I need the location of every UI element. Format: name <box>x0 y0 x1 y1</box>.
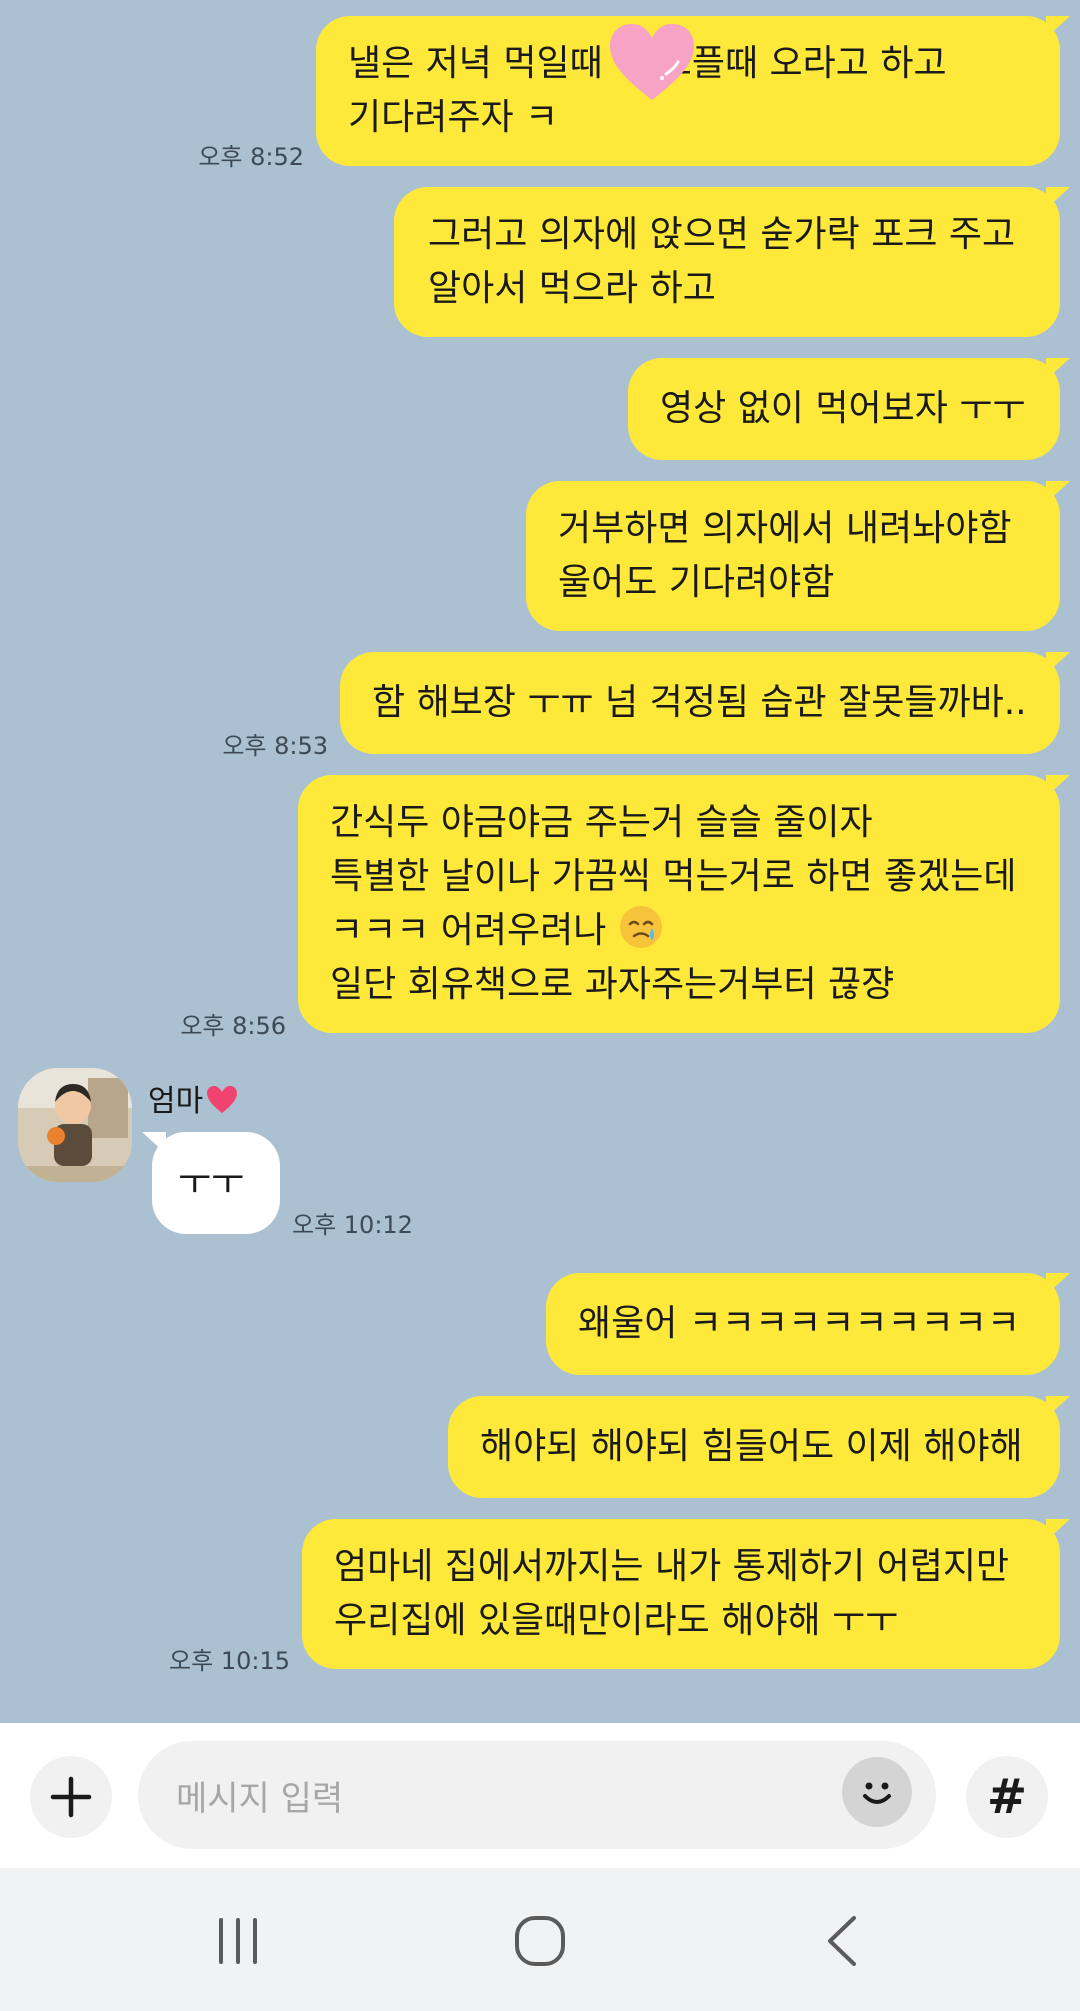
message-line: 특별한 날이나 가끔씩 먹는거로 하면 좋겠는데 <box>330 856 1017 897</box>
message-input-bar: 메시지 입력 # <box>0 1723 1080 1868</box>
hash-label: # <box>986 1769 1028 1825</box>
home-icon <box>515 1916 565 1966</box>
face-holding-back-tears-icon <box>619 906 662 948</box>
chat-area[interactable]: 낼은 저녁 먹일때 배고플때 오라고 하고 기다려주자 ㅋ 오후 8:52 그러… <box>0 0 1080 1723</box>
incoming-message[interactable]: ㅜㅜ <box>142 1132 280 1234</box>
message-line: ㅋㅋㅋ 어려우려나 <box>330 904 1030 958</box>
sender-name: 엄마 <box>148 1076 239 1120</box>
timestamp: 오후 10:15 <box>169 1647 290 1675</box>
avatar[interactable] <box>18 1068 132 1182</box>
timestamp: 오후 8:53 <box>222 732 328 760</box>
heart-icon <box>207 1086 238 1113</box>
outgoing-message[interactable]: 해야되 해야되 힘들어도 이제 해야해 <box>448 1396 1070 1498</box>
emoticon-button[interactable] <box>842 1757 912 1827</box>
profile-photo <box>18 1068 132 1182</box>
heart-sticker-icon <box>610 24 694 100</box>
home-button[interactable] <box>500 1906 580 1976</box>
outgoing-message[interactable]: 그러고 의자에 앉으면 숟가락 포크 주고 알아서 먹으라 하고 <box>394 187 1070 337</box>
outgoing-message[interactable]: 왜울어 ㅋㅋㅋㅋㅋㅋㅋㅋㅋㅋ <box>546 1273 1070 1375</box>
timestamp: 오후 8:56 <box>180 1012 286 1040</box>
back-icon <box>828 1916 856 1966</box>
plus-icon <box>50 1776 92 1818</box>
message-line: 간식두 야금야금 주는거 슬슬 줄이자 <box>330 802 873 843</box>
timestamp: 오후 8:52 <box>198 143 304 171</box>
outgoing-message[interactable]: 거부하면 의자에서 내려놔야함 울어도 기다려야함 <box>526 481 1070 631</box>
back-button[interactable] <box>802 1906 882 1976</box>
input-placeholder: 메시지 입력 <box>176 1778 344 1819</box>
outgoing-message[interactable]: 함 해보장 ㅜㅠ 넘 걱정됨 습관 잘못들까바.. <box>340 652 1070 754</box>
timestamp: 오후 10:12 <box>292 1211 413 1239</box>
outgoing-message[interactable]: 영상 없이 먹어보자 ㅜㅜ <box>628 358 1070 460</box>
system-nav-bar <box>0 1868 1080 2011</box>
outgoing-message[interactable]: 간식두 야금야금 주는거 슬슬 줄이자 특별한 날이나 가끔씩 먹는거로 하면 … <box>298 775 1070 1033</box>
message-line-text: ㅋㅋㅋ 어려우려나 <box>330 910 607 951</box>
hashtag-button[interactable]: # <box>966 1756 1048 1838</box>
outgoing-message[interactable]: 엄마네 집에서까지는 내가 통제하기 어렵지만 우리집에 있을때만이라도 해야해… <box>302 1519 1070 1669</box>
attach-button[interactable] <box>30 1756 112 1838</box>
message-input[interactable]: 메시지 입력 <box>138 1741 936 1849</box>
recent-apps-button[interactable] <box>198 1906 278 1976</box>
message-line: 일단 회유책으로 과자주는거부터 끊쟝 <box>330 964 895 1005</box>
sender-name-text: 엄마 <box>148 1084 204 1119</box>
smiley-icon <box>863 1782 891 1804</box>
recent-apps-icon <box>219 1918 257 1964</box>
